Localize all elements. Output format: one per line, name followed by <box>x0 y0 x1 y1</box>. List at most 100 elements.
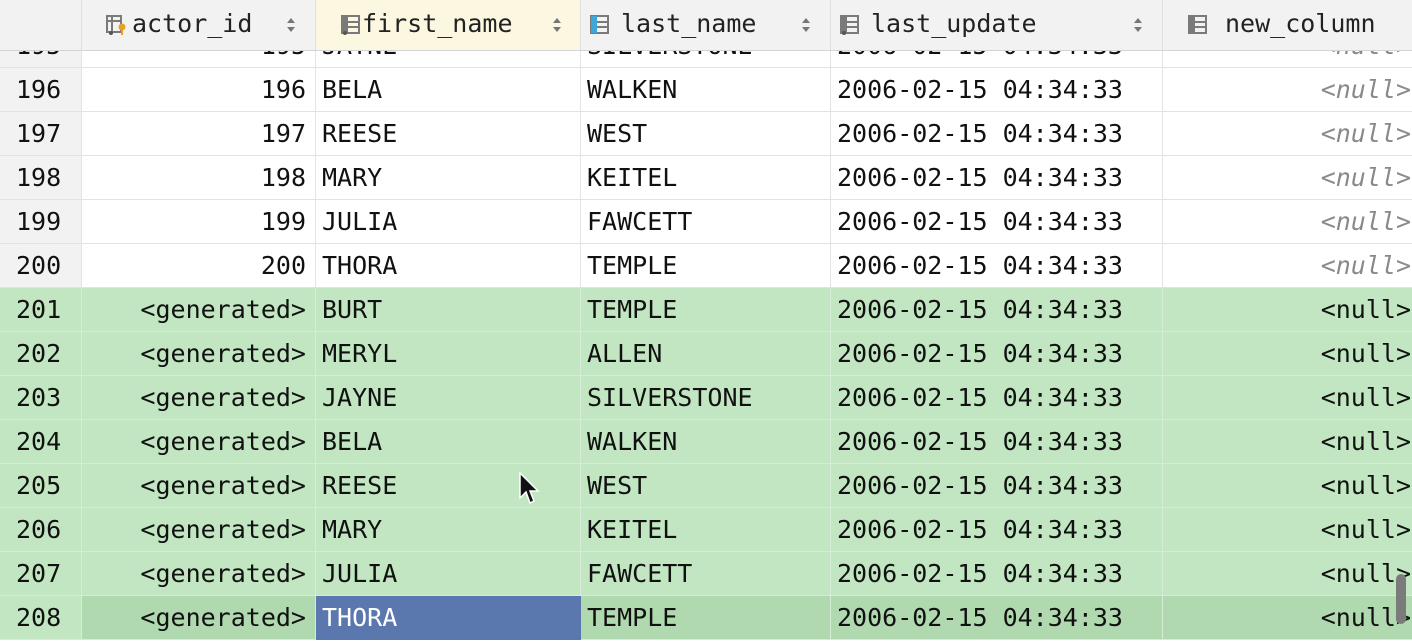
cell-actor-id[interactable]: <generated> <box>82 508 316 552</box>
cell-last-update[interactable]: 2006-02-15 04:34:33 <box>831 552 1163 596</box>
cell-first-name[interactable]: JULIA <box>316 552 581 596</box>
sort-arrows-icon[interactable] <box>1133 16 1143 34</box>
cell-actor-id[interactable]: <generated> <box>82 464 316 508</box>
cell-last-name[interactable]: KEITEL <box>581 508 831 552</box>
cell-actor-id[interactable]: <generated> <box>82 552 316 596</box>
cell-actor-id[interactable]: <generated> <box>82 288 316 332</box>
cell-first-name[interactable]: JULIA <box>316 200 581 244</box>
cell-last-update[interactable]: 2006-02-15 04:34:33 <box>831 288 1163 332</box>
row-number: 198 <box>0 156 82 200</box>
table-row[interactable]: 207 <generated> JULIA FAWCETT 2006-02-15 04:… <box>0 552 1412 596</box>
row-number: 206 <box>0 508 82 552</box>
cell-new-column[interactable]: <null> <box>1163 200 1412 244</box>
cell-last-name[interactable]: WALKEN <box>581 68 831 112</box>
table-row[interactable]: 198 198 MARY KEITEL 2006-02-15 04:34:33 <null… <box>0 156 1412 200</box>
cell-actor-id[interactable]: 197 <box>82 112 316 156</box>
cell-last-name[interactable]: WEST <box>581 112 831 156</box>
table-row[interactable]: 202 <generated> MERYL ALLEN 2006-02-15 04:34… <box>0 332 1412 376</box>
cell-actor-id[interactable]: <generated> <box>82 376 316 420</box>
cell-last-name[interactable]: WALKEN <box>581 420 831 464</box>
cell-actor-id[interactable]: <generated> <box>82 420 316 464</box>
cell-last-name[interactable]: TEMPLE <box>581 596 831 640</box>
cell-last-update[interactable]: 2006-02-15 04:34:33 <box>831 420 1163 464</box>
cell-last-update[interactable]: 2006-02-15 04:34:33 <box>831 464 1163 508</box>
cell-first-name[interactable]: BELA <box>316 420 581 464</box>
cell-first-name[interactable]: MARY <box>316 156 581 200</box>
column-label: new_column <box>1225 9 1376 38</box>
cell-actor-id[interactable]: <generated> <box>82 596 316 640</box>
cell-last-name[interactable]: TEMPLE <box>581 244 831 288</box>
cell-new-column[interactable]: <null> <box>1163 420 1412 464</box>
cell-last-name[interactable]: SILVERSTONE <box>581 376 831 420</box>
sort-arrows-icon[interactable] <box>801 16 811 34</box>
cell-new-column[interactable]: <null> <box>1163 156 1412 200</box>
cell-first-name[interactable]: THORA <box>316 596 581 640</box>
cell-new-column[interactable]: <null> <box>1163 244 1412 288</box>
column-label: first_name <box>362 9 513 38</box>
sort-arrows-icon[interactable] <box>552 16 562 34</box>
cell-actor-id[interactable]: <generated> <box>82 332 316 376</box>
cell-new-column[interactable]: <null> <box>1163 68 1412 112</box>
cell-actor-id[interactable]: 198 <box>82 156 316 200</box>
table-row[interactable]: 196 196 BELA WALKEN 2006-02-15 04:34:33 <null… <box>0 68 1412 112</box>
cell-first-name[interactable]: BELA <box>316 68 581 112</box>
cell-actor-id[interactable]: 196 <box>82 68 316 112</box>
cell-last-name[interactable]: KEITEL <box>581 156 831 200</box>
cell-last-name[interactable]: WEST <box>581 464 831 508</box>
column-header-new-column[interactable]: new_column <box>1163 0 1412 50</box>
column-header-last-update[interactable]: last_update <box>831 0 1163 50</box>
table-row[interactable]: 203 <generated> JAYNE SILVERSTONE 2006-02-15… <box>0 376 1412 420</box>
data-grid[interactable]: 195195JAYNESILVERSTONE2006-02-15 04:34:3… <box>0 0 1412 642</box>
table-row[interactable]: 201 <generated> BURT TEMPLE 2006-02-15 04:34… <box>0 288 1412 332</box>
grid-header: actor_id first_name last_name last_updat… <box>0 0 1412 51</box>
cell-new-column[interactable]: <null> <box>1163 112 1412 156</box>
cell-last-name[interactable]: ALLEN <box>581 332 831 376</box>
cell-new-column[interactable]: <null> <box>1163 552 1412 596</box>
cell-last-name[interactable]: FAWCETT <box>581 200 831 244</box>
row-number: 203 <box>0 376 82 420</box>
cell-last-update[interactable]: 2006-02-15 04:34:33 <box>831 508 1163 552</box>
cell-last-update[interactable]: 2006-02-15 04:34:33 <box>831 156 1163 200</box>
cell-first-name[interactable]: REESE <box>316 464 581 508</box>
cell-last-update[interactable]: 2006-02-15 04:34:33 <box>831 376 1163 420</box>
table-row[interactable]: 199 199 JULIA FAWCETT 2006-02-15 04:34:33 <nu… <box>0 200 1412 244</box>
row-number: 204 <box>0 420 82 464</box>
column-header-last-name[interactable]: last_name <box>581 0 831 50</box>
cell-last-update[interactable]: 2006-02-15 04:34:33 <box>831 244 1163 288</box>
cell-new-column[interactable]: <null> <box>1163 464 1412 508</box>
cell-new-column[interactable]: <null> <box>1163 596 1412 640</box>
column-header-actor-id[interactable]: actor_id <box>82 0 316 50</box>
cell-first-name[interactable]: MARY <box>316 508 581 552</box>
cell-first-name[interactable]: JAYNE <box>316 376 581 420</box>
table-column-icon <box>340 14 362 36</box>
table-row[interactable]: 208 <generated> THORA TEMPLE 2006-02-15 04:3… <box>0 596 1412 640</box>
vertical-scrollbar[interactable] <box>1396 574 1406 624</box>
table-row[interactable]: 205 <generated> REESE WEST 2006-02-15 04:34:… <box>0 464 1412 508</box>
cell-first-name[interactable]: REESE <box>316 112 581 156</box>
table-row[interactable]: 206 <generated> MARY KEITEL 2006-02-15 04:34… <box>0 508 1412 552</box>
cell-last-update[interactable]: 2006-02-15 04:34:33 <box>831 596 1163 640</box>
cell-new-column[interactable]: <null> <box>1163 508 1412 552</box>
cell-last-name[interactable]: TEMPLE <box>581 288 831 332</box>
cell-new-column[interactable]: <null> <box>1163 376 1412 420</box>
cell-last-name[interactable]: FAWCETT <box>581 552 831 596</box>
cell-last-update[interactable]: 2006-02-15 04:34:33 <box>831 332 1163 376</box>
column-label: last_name <box>621 9 757 38</box>
row-number: 201 <box>0 288 82 332</box>
cell-first-name[interactable]: MERYL <box>316 332 581 376</box>
cell-actor-id[interactable]: 199 <box>82 200 316 244</box>
cell-new-column[interactable]: <null> <box>1163 288 1412 332</box>
cell-new-column[interactable]: <null> <box>1163 332 1412 376</box>
cell-first-name[interactable]: BURT <box>316 288 581 332</box>
table-row[interactable]: 200 200 THORA TEMPLE 2006-02-15 04:34:33 <nul… <box>0 244 1412 288</box>
column-header-first-name[interactable]: first_name <box>316 0 581 50</box>
table-row[interactable]: 204 <generated> BELA WALKEN 2006-02-15 04:34… <box>0 420 1412 464</box>
cell-actor-id[interactable]: 200 <box>82 244 316 288</box>
row-number: 196 <box>0 68 82 112</box>
cell-last-update[interactable]: 2006-02-15 04:34:33 <box>831 112 1163 156</box>
cell-first-name[interactable]: THORA <box>316 244 581 288</box>
sort-arrows-icon[interactable] <box>286 16 296 34</box>
table-row[interactable]: 197 197 REESE WEST 2006-02-15 04:34:33 <null> <box>0 112 1412 156</box>
cell-last-update[interactable]: 2006-02-15 04:34:33 <box>831 68 1163 112</box>
cell-last-update[interactable]: 2006-02-15 04:34:33 <box>831 200 1163 244</box>
